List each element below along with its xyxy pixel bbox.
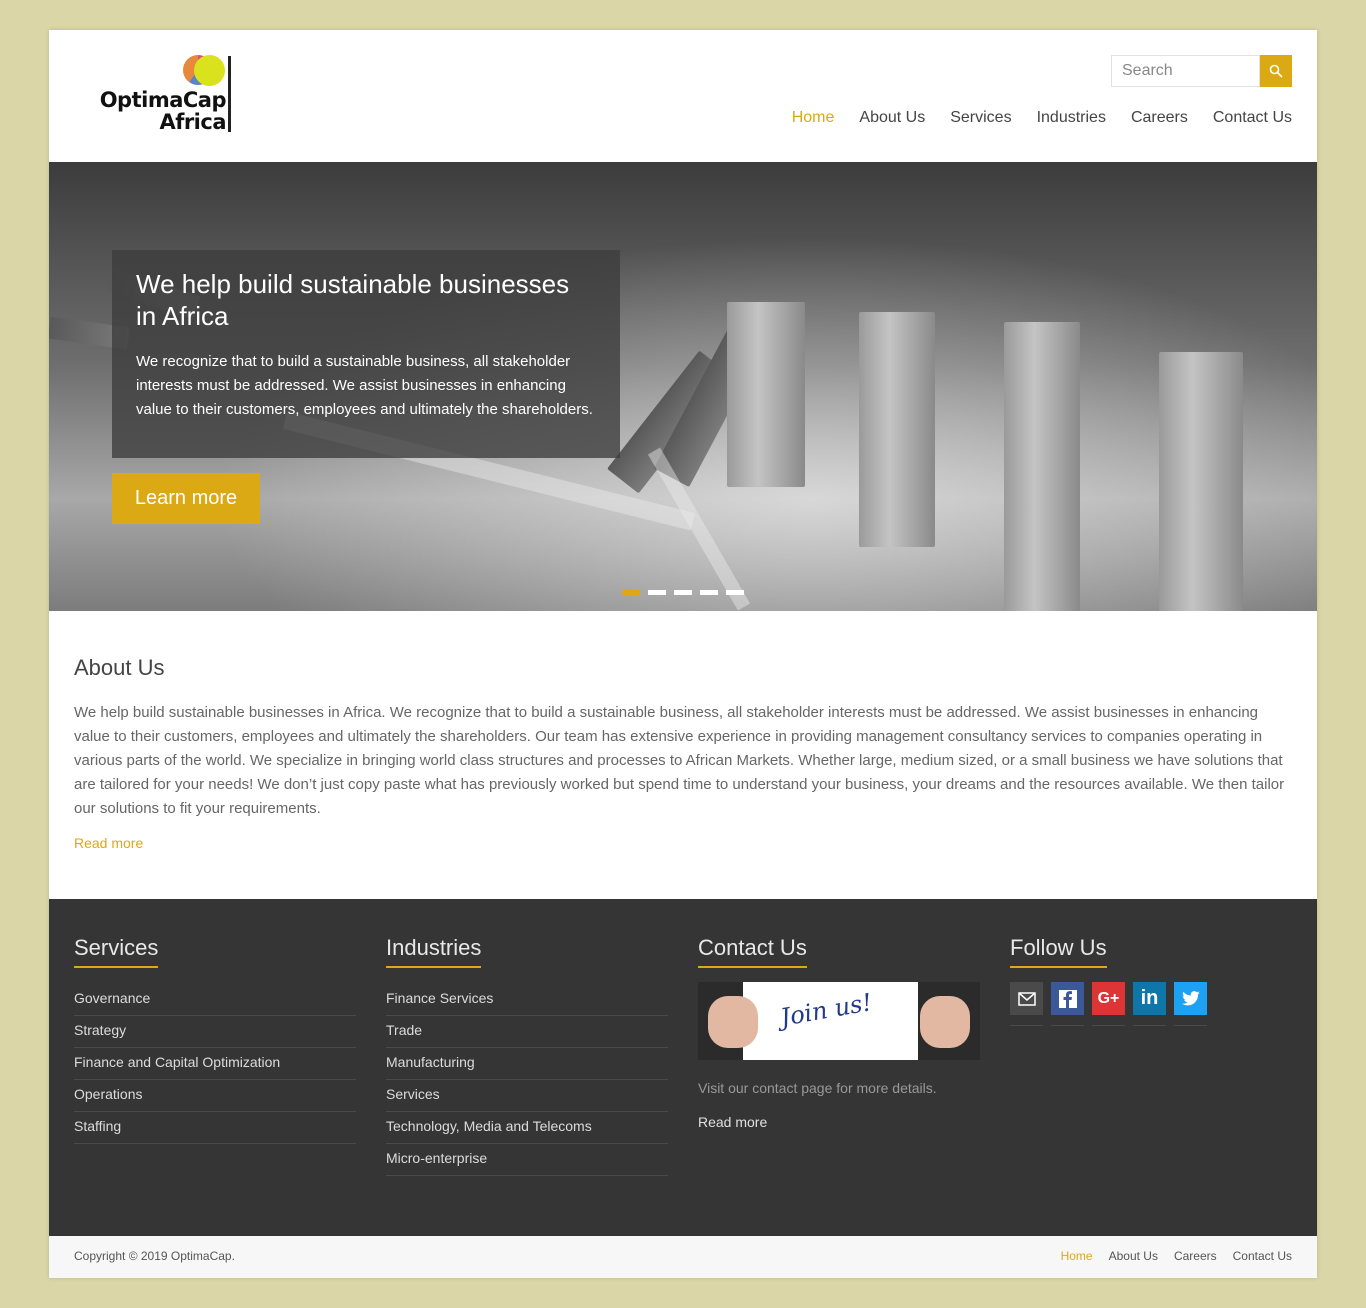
footer-service-link[interactable]: Staffing (74, 1112, 356, 1144)
google-plus-icon[interactable]: G+ (1092, 982, 1125, 1026)
footer-industries-title: Industries (386, 933, 482, 968)
footer-follow-title: Follow Us (1010, 933, 1107, 968)
hero-image-domino (727, 302, 805, 487)
footer-nav-careers[interactable]: Careers (1174, 1249, 1217, 1263)
footer-industry-link[interactable]: Technology, Media and Telecoms (386, 1112, 668, 1144)
footer-services-title: Services (74, 933, 159, 968)
hero-title: We help build sustainable businesses in … (136, 269, 570, 331)
footer-services: Services Governance Strategy Finance and… (74, 933, 356, 1144)
page: OptimaCap Africa Home About Us Services … (49, 30, 1317, 1278)
slider-dot[interactable] (700, 590, 718, 595)
nav-item-contact-us[interactable]: Contact Us (1213, 109, 1292, 127)
footer-nav: Home About Us Careers Contact Us (1061, 1249, 1292, 1263)
footer-industries: Industries Finance Services Trade Manufa… (386, 933, 668, 1176)
slider-dot[interactable] (622, 590, 640, 595)
slider-dot[interactable] (648, 590, 666, 595)
main-nav: Home About Us Services Industries Career… (792, 109, 1292, 127)
logo-text-line2: Africa (159, 110, 226, 134)
footer-follow: Follow Us G+ in (1010, 933, 1292, 1026)
learn-more-button[interactable]: Learn more (112, 473, 260, 524)
footer-widgets: Services Governance Strategy Finance and… (49, 899, 1317, 1236)
join-us-image[interactable]: Join us! (698, 982, 980, 1060)
footer-industry-link[interactable]: Trade (386, 1016, 668, 1048)
hand-image-part (708, 996, 758, 1048)
footer-industry-link[interactable]: Manufacturing (386, 1048, 668, 1080)
site-header: OptimaCap Africa Home About Us Services … (49, 30, 1317, 162)
nav-item-industries[interactable]: Industries (1037, 109, 1106, 127)
search-input[interactable] (1111, 55, 1260, 87)
about-section: About Us We help build sustainable busin… (49, 611, 1317, 899)
copyright-text: Copyright © 2019 OptimaCap. (74, 1249, 235, 1263)
hero-caption: We help build sustainable businesses in … (112, 250, 620, 458)
logo-circle-icon (194, 55, 225, 86)
hero-image-domino (1159, 352, 1243, 611)
slider-dot[interactable] (674, 590, 692, 595)
footer-service-link[interactable]: Strategy (74, 1016, 356, 1048)
linkedin-icon[interactable]: in (1133, 982, 1166, 1026)
footer-bottom-bar: Copyright © 2019 OptimaCap. Home About U… (49, 1236, 1317, 1278)
site-logo[interactable]: OptimaCap Africa (99, 54, 233, 134)
hand-image-part (920, 996, 970, 1048)
social-links: G+ in (1010, 982, 1292, 1026)
slider-pagination (622, 590, 744, 595)
footer-nav-contact-us[interactable]: Contact Us (1233, 1249, 1292, 1263)
footer-contact-read-more[interactable]: Read more (698, 1114, 980, 1130)
nav-item-about-us[interactable]: About Us (859, 109, 925, 127)
footer-contact-title: Contact Us (698, 933, 807, 968)
footer-industry-link[interactable]: Services (386, 1080, 668, 1112)
twitter-icon[interactable] (1174, 982, 1207, 1026)
slider-dot[interactable] (726, 590, 744, 595)
footer-nav-about-us[interactable]: About Us (1109, 1249, 1158, 1263)
email-icon[interactable] (1010, 982, 1043, 1026)
footer-service-link[interactable]: Operations (74, 1080, 356, 1112)
footer-contact-note: Visit our contact page for more details. (698, 1080, 937, 1096)
search-button[interactable] (1260, 55, 1292, 87)
logo-divider (228, 56, 231, 132)
footer-industry-link[interactable]: Finance Services (386, 984, 668, 1016)
nav-item-services[interactable]: Services (950, 109, 1011, 127)
hero-image-domino (1004, 322, 1080, 611)
join-us-image-text: Join us! (778, 988, 874, 1032)
hero-slider: We help build sustainable businesses in … (49, 162, 1317, 611)
logo-text-line1: OptimaCap (99, 88, 227, 112)
nav-item-careers[interactable]: Careers (1131, 109, 1188, 127)
footer-contact: Contact Us Join us! Visit our contact pa… (698, 933, 980, 1130)
footer-service-link[interactable]: Governance (74, 984, 356, 1016)
nav-item-home[interactable]: Home (792, 109, 835, 127)
footer-industry-link[interactable]: Micro-enterprise (386, 1144, 668, 1176)
hero-text: We recognize that to build a sustainable… (136, 353, 593, 418)
search-form (1111, 55, 1292, 87)
facebook-icon[interactable] (1051, 982, 1084, 1026)
search-icon (1269, 64, 1283, 78)
hero-image-domino (859, 312, 935, 547)
about-read-more-link[interactable]: Read more (74, 835, 143, 851)
footer-service-link[interactable]: Finance and Capital Optimization (74, 1048, 356, 1080)
footer-nav-home[interactable]: Home (1061, 1249, 1093, 1263)
about-title: About Us (74, 655, 165, 680)
about-text: We help build sustainable businesses in … (74, 704, 1285, 817)
